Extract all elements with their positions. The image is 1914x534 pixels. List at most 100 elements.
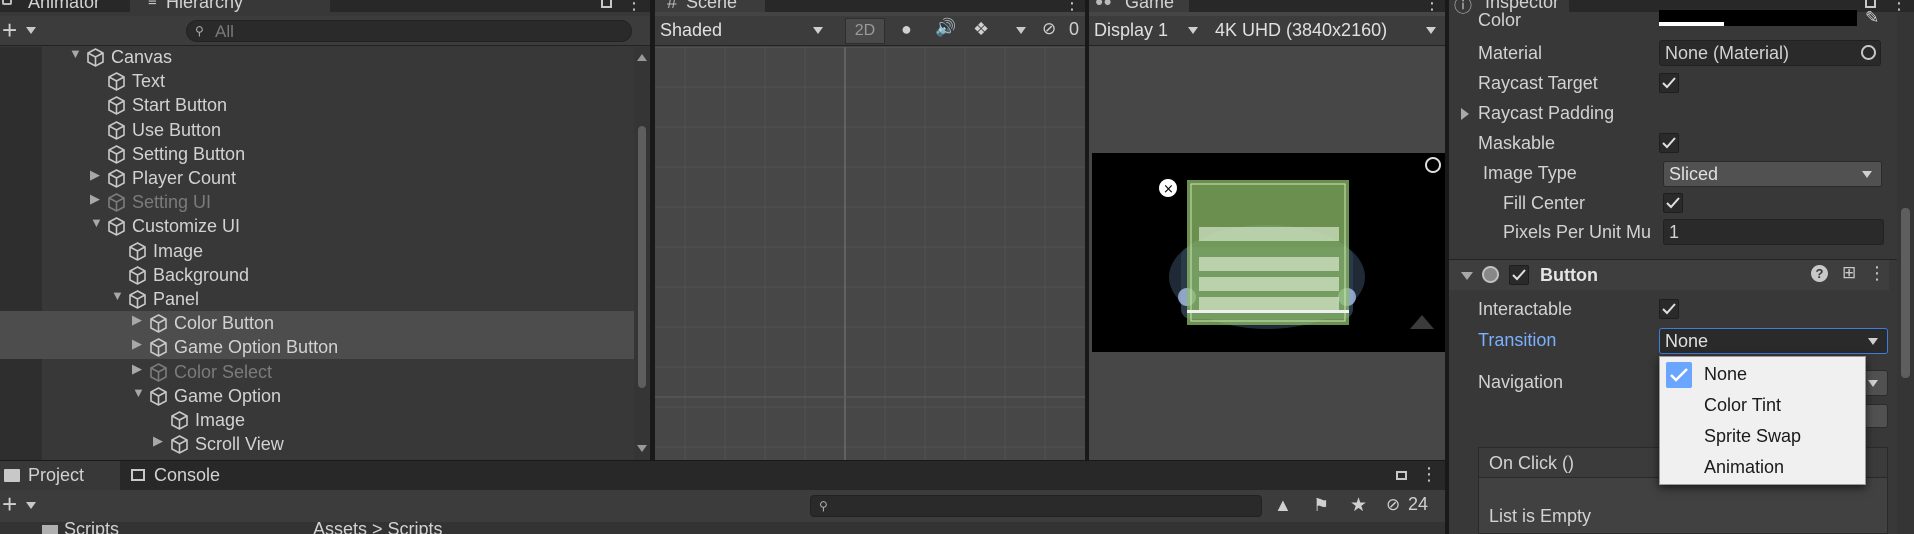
hierarchy-row[interactable]: ▼ Canvas	[0, 45, 634, 69]
hierarchy-row[interactable]: Use Button	[0, 118, 634, 142]
visibility-off-icon[interactable]: ⊘	[1386, 495, 1400, 515]
hierarchy-row[interactable]: ▶ Scroll View	[0, 432, 634, 456]
hierarchy-row[interactable]: ▶ Player Count	[0, 166, 634, 190]
toggle-2d-button[interactable]: 2D	[845, 18, 885, 44]
scene-menu-icon[interactable]	[1063, 0, 1081, 14]
button-component-icon	[1482, 266, 1499, 283]
audio-icon[interactable]: 🔊	[935, 18, 956, 38]
material-field[interactable]: None (Material)	[1659, 40, 1881, 66]
expand-down-icon[interactable]: ▼	[90, 215, 103, 230]
tab-game-label: Game	[1125, 0, 1175, 12]
interactable-checkbox[interactable]	[1659, 299, 1679, 319]
transition-label: Transition	[1478, 330, 1557, 350]
component-menu-icon[interactable]	[1868, 263, 1886, 284]
hierarchy-row-label: Background	[153, 264, 250, 285]
hierarchy-row[interactable]: ▼ Game Option	[0, 384, 634, 408]
transition-dropdown[interactable]: None	[1659, 328, 1888, 354]
button-component-header[interactable]: Button ? ⊞	[1449, 260, 1889, 290]
hierarchy-row[interactable]: ▶ Setting UI	[0, 190, 634, 214]
scroll-up-icon[interactable]	[637, 54, 647, 61]
hierarchy-row[interactable]: ▼ Customize UI	[0, 214, 634, 238]
image-type-dropdown[interactable]: Sliced	[1663, 161, 1882, 187]
game-view[interactable]: ×	[1089, 47, 1445, 460]
scroll-down-icon[interactable]	[637, 445, 647, 452]
project-menu-icon[interactable]	[1420, 464, 1438, 485]
foldout-arrow-icon[interactable]	[1461, 108, 1469, 120]
expand-right-icon[interactable]: ▶	[132, 361, 142, 377]
hierarchy-row[interactable]: ▶ Color Select	[0, 360, 634, 384]
hierarchy-row[interactable]: Text	[0, 69, 634, 93]
lighting-icon[interactable]: ●	[901, 19, 912, 40]
chevron-down-icon[interactable]	[26, 502, 36, 509]
tab-project[interactable]: Project	[0, 461, 120, 490]
presets-icon[interactable]: ⊞	[1842, 263, 1856, 283]
ppu-field[interactable]: 1	[1663, 219, 1884, 245]
add-icon[interactable]: +	[2, 15, 17, 46]
hierarchy-row[interactable]: Background	[0, 263, 634, 287]
hierarchy-menu-icon[interactable]	[625, 0, 643, 14]
eyedropper-icon[interactable]: ✎	[1865, 8, 1879, 28]
resolution-label: 4K UHD (3840x2160)	[1215, 20, 1388, 40]
tab-scene[interactable]: # Scene	[655, 0, 765, 12]
hierarchy-row[interactable]: ▶ Game Option Button	[0, 335, 634, 360]
hierarchy-row[interactable]: Image	[0, 239, 634, 263]
checkmark-icon	[1662, 77, 1676, 89]
color-field[interactable]	[1659, 10, 1857, 26]
expand-down-icon[interactable]: ▼	[132, 385, 145, 400]
expand-right-icon[interactable]: ▶	[90, 191, 100, 207]
scroll-thumb[interactable]	[638, 126, 646, 388]
hierarchy-row[interactable]: Setting Button	[0, 142, 634, 166]
breadcrumb[interactable]: Assets > Scripts	[313, 519, 443, 534]
draw-mode-dropdown[interactable]: Shaded	[655, 18, 832, 44]
maskable-checkbox[interactable]	[1659, 133, 1679, 153]
raycast-padding-row[interactable]: Raycast Padding	[1449, 100, 1889, 128]
chevron-down-icon[interactable]	[26, 27, 36, 34]
option-sprite-swap[interactable]: Sprite Swap	[1660, 421, 1865, 452]
inspector-scrollbar[interactable]	[1897, 12, 1914, 534]
expand-right-icon[interactable]: ▶	[132, 336, 142, 352]
expand-right-icon[interactable]: ▶	[153, 433, 163, 449]
label-icon[interactable]: ⚑	[1313, 495, 1329, 516]
fill-center-checkbox[interactable]	[1663, 193, 1683, 213]
hierarchy-row[interactable]: ▼ Panel	[0, 287, 634, 311]
raycast-target-label: Raycast Target	[1478, 73, 1598, 93]
object-picker-icon[interactable]	[1861, 45, 1876, 60]
expand-down-icon[interactable]: ▼	[111, 288, 124, 303]
expand-down-icon[interactable]: ▼	[69, 46, 82, 61]
expand-right-icon[interactable]: ▶	[90, 167, 100, 183]
foldout-arrow-icon[interactable]	[1461, 272, 1473, 280]
visibility-off-icon[interactable]: ⊘	[1042, 19, 1056, 39]
lock-icon[interactable]	[601, 0, 612, 8]
add-icon[interactable]: +	[2, 489, 17, 520]
option-animation[interactable]: Animation	[1660, 452, 1865, 483]
filter-type-icon[interactable]: ▲	[1274, 495, 1292, 516]
hierarchy-search-field[interactable]: ⚲ All	[186, 20, 632, 42]
hierarchy-row[interactable]: Start Button	[0, 93, 634, 117]
tab-animator[interactable]: Animator	[0, 0, 112, 12]
lock-icon[interactable]	[1865, 0, 1876, 8]
resolution-dropdown[interactable]: 4K UHD (3840x2160)	[1210, 18, 1445, 44]
hierarchy-row[interactable]: Image	[0, 408, 634, 432]
tab-console[interactable]: Console	[124, 461, 244, 490]
button-enabled-checkbox[interactable]	[1509, 265, 1529, 285]
raycast-target-checkbox[interactable]	[1659, 73, 1679, 93]
option-none[interactable]: None	[1660, 359, 1865, 390]
expand-right-icon[interactable]: ▶	[132, 312, 142, 328]
lock-icon[interactable]	[1396, 471, 1407, 480]
project-search-field[interactable]: ⚲	[810, 495, 1262, 517]
game-menu-icon[interactable]	[1423, 0, 1441, 14]
display-dropdown[interactable]: Display 1	[1089, 18, 1207, 44]
folder-scripts[interactable]: Scripts	[64, 519, 119, 534]
option-color-tint[interactable]: Color Tint	[1660, 390, 1865, 421]
tab-hierarchy[interactable]: ≡ Hierarchy	[130, 0, 330, 12]
tab-game[interactable]: ●● Game	[1089, 0, 1189, 12]
favorite-star-icon[interactable]: ★	[1350, 494, 1367, 517]
scene-view[interactable]	[655, 46, 1085, 460]
hierarchy-scrollbar[interactable]	[634, 47, 650, 460]
game-tabbar: ●● Game	[1089, 0, 1445, 14]
hierarchy-row[interactable]: ▶ Color Button	[0, 311, 634, 336]
scroll-thumb[interactable]	[1901, 208, 1910, 378]
effects-dropdown-icon[interactable]	[1016, 27, 1026, 34]
help-icon[interactable]: ?	[1811, 265, 1828, 282]
effects-icon[interactable]: ❖	[973, 19, 989, 40]
